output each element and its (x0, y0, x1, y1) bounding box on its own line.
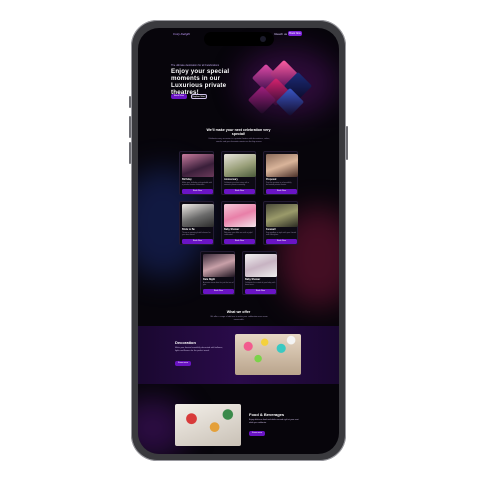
occasion-card: Bride to Be Throw an amazing bridal show… (179, 201, 214, 245)
hero-book-button[interactable]: Book Now (171, 94, 187, 99)
farewell-image (265, 203, 298, 227)
hero-explore-button[interactable]: Explore More (191, 94, 207, 99)
food-title: Food & Beverages (249, 412, 285, 417)
balloons-image (235, 334, 301, 375)
card-text: Welcome your little one with a joyful ce… (224, 231, 253, 236)
hero-title: Enjoy your special moments in our Luxuri… (171, 68, 230, 96)
card-book-button[interactable]: Book Now (182, 239, 213, 244)
bride-image (181, 203, 214, 227)
occasion-card: Baby Shower Celebrate the arrival of you… (242, 251, 277, 295)
proposal-image (265, 153, 298, 177)
top-nav: Cozy Delight Reach us Book Now (138, 28, 339, 40)
card-text: Pop the question in a beautifully decora… (266, 181, 292, 186)
decoration-button[interactable]: Know more (175, 361, 191, 366)
volume-down-button (129, 142, 131, 164)
card-text: Make your birthday unforgettable with a … (182, 181, 212, 186)
volume-up-button (129, 116, 131, 138)
card-text: Celebrate your love story with a romanti… (224, 181, 250, 186)
site-logo[interactable]: Cozy Delight (173, 32, 190, 36)
decoration-title: Decoration (175, 340, 196, 345)
baby-image (244, 253, 277, 277)
food-button[interactable]: Know more (249, 431, 265, 436)
phone-screen: Cozy Delight Reach us Book Now The ultim… (138, 28, 339, 454)
offer-title: What we offer (226, 310, 251, 314)
occasion-card: Farewell Say goodbye in style with your … (263, 201, 298, 245)
card-text: Say goodbye in style with your friends a… (266, 231, 297, 236)
occasion-card: Proposal Pop the question in a beautiful… (263, 151, 298, 195)
silent-switch (129, 96, 131, 108)
decoration-text: Make your theatre beautifully decorated … (175, 347, 223, 352)
card-book-button[interactable]: Book Now (266, 239, 297, 244)
hero-tagline: The ultimate destination for all Celebra… (171, 64, 220, 67)
card-book-button[interactable]: Book Now (224, 239, 255, 244)
food-text: Enjoy delicious food and drinks served r… (249, 419, 299, 424)
card-text: A private movie date for just the two of… (203, 281, 234, 286)
card-text: Throw an amazing bridal shower for your … (182, 231, 211, 236)
anniversary-image (223, 153, 256, 177)
food-image (175, 404, 241, 446)
hero-image-collage (247, 59, 313, 117)
offer-subtitle: We offer a range of add-ons to make your… (210, 316, 268, 321)
occasion-card: Date Night A private movie date for just… (200, 251, 235, 295)
card-book-button[interactable]: Book Now (182, 189, 213, 194)
birthday-image (181, 153, 214, 177)
card-book-button[interactable]: Book Now (203, 289, 234, 294)
occasions-subtitle: Celebrate every occasion in a private th… (208, 138, 270, 143)
decoration-section: Decoration Make your theatre beautifully… (138, 326, 339, 384)
occasion-card: Anniversary Celebrate your love story wi… (221, 151, 256, 195)
card-text: Celebrate the arrival of your baby with … (245, 281, 276, 286)
food-section: Food & Beverages Enjoy delicious food an… (138, 398, 339, 454)
date-night-image (202, 253, 235, 277)
card-book-button[interactable]: Book Now (245, 289, 276, 294)
occasion-card: Birthday Make your birthday unforgettabl… (179, 151, 214, 195)
nav-reach-link[interactable]: Reach us (274, 32, 287, 36)
occasion-card: Baby Shower Welcome your little one with… (221, 201, 256, 245)
power-button (346, 126, 348, 160)
baby-shower-image (223, 203, 256, 227)
card-book-button[interactable]: Book Now (266, 189, 297, 194)
occasions-title: We'll make your next celebration very sp… (206, 128, 271, 136)
card-book-button[interactable]: Book Now (224, 189, 255, 194)
nav-book-button[interactable]: Book Now (288, 31, 302, 36)
